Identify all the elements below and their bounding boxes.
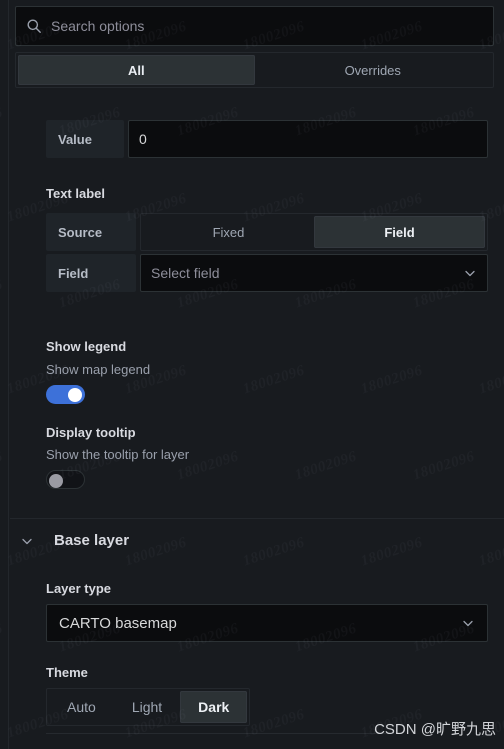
- show-legend-title: Show legend: [46, 339, 127, 354]
- base-layer-divider: [10, 518, 504, 519]
- search-options-box[interactable]: [15, 6, 494, 46]
- source-option-field[interactable]: Field: [314, 216, 485, 248]
- theme-option-auto[interactable]: Auto: [49, 691, 114, 723]
- theme-label: Theme: [46, 665, 88, 680]
- chevron-down-icon: [20, 534, 34, 548]
- display-tooltip-toggle-knob: [49, 473, 63, 488]
- theme-option-light[interactable]: Light: [114, 691, 180, 723]
- options-scope-tabs: All Overrides: [15, 52, 494, 88]
- source-option-fixed[interactable]: Fixed: [143, 216, 314, 248]
- base-layer-title: Base layer: [54, 532, 130, 549]
- base-layer-header[interactable]: Base layer: [20, 532, 129, 549]
- value-row: Value: [46, 120, 488, 158]
- author-watermark: CSDN @旷野九思: [374, 721, 496, 738]
- tab-all[interactable]: All: [18, 55, 255, 85]
- layer-type-value: CARTO basemap: [59, 614, 177, 632]
- source-row-label: Source: [46, 213, 136, 251]
- display-tooltip-title: Display tooltip: [46, 425, 136, 440]
- theme-option-dark[interactable]: Dark: [180, 691, 248, 723]
- show-legend-description: Show map legend: [46, 362, 151, 377]
- show-legend-toggle-knob: [68, 387, 82, 402]
- field-row-label: Field: [46, 254, 136, 292]
- field-select[interactable]: Select field: [140, 254, 488, 292]
- display-tooltip-description: Show the tooltip for layer: [46, 447, 190, 462]
- layer-type-select[interactable]: CARTO basemap: [46, 604, 488, 642]
- options-panel: All Overrides Value Text label Source Fi…: [10, 0, 504, 749]
- field-select-value: Select field: [151, 265, 220, 281]
- display-tooltip-toggle[interactable]: [46, 470, 85, 489]
- chevron-down-icon: [463, 266, 477, 280]
- theme-segment: Auto Light Dark: [46, 688, 251, 726]
- text-label-title: Text label: [46, 186, 106, 201]
- field-row: Field Select field: [46, 254, 488, 292]
- next-section-divider: [46, 733, 394, 734]
- text-label-source-segment: Fixed Field: [140, 213, 488, 251]
- search-icon: [26, 18, 42, 34]
- value-input[interactable]: [128, 120, 488, 158]
- tab-overrides[interactable]: Overrides: [255, 55, 492, 85]
- show-legend-toggle[interactable]: [46, 385, 85, 404]
- search-input[interactable]: [51, 18, 483, 34]
- left-rail-divider: [0, 0, 9, 749]
- layer-type-label: Layer type: [46, 581, 112, 596]
- value-row-label: Value: [46, 120, 124, 158]
- source-row: Source Fixed Field: [46, 213, 488, 251]
- chevron-down-icon: [461, 616, 475, 630]
